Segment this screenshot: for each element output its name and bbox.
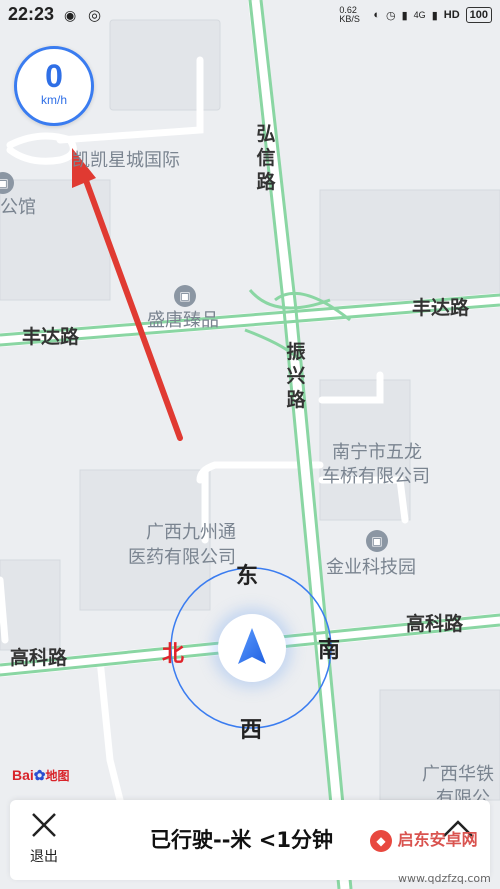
poi-wulong-line2[interactable]: 车桥有限公司 bbox=[322, 464, 430, 490]
watermark: ◆ 启东安卓网 bbox=[370, 826, 478, 852]
map-canvas[interactable] bbox=[0, 0, 500, 889]
poi-jiuzhou-line1[interactable]: 广西九州通 bbox=[146, 520, 236, 546]
status-icons: 0.62 KB/S ◐ ◷ ▮ 4G ▮ HD 100 bbox=[339, 4, 492, 26]
watermark-logo-icon: ◆ bbox=[370, 830, 392, 852]
road-label-zhenxing: 振兴路 bbox=[286, 341, 306, 411]
exit-button[interactable]: 退出 bbox=[24, 810, 64, 866]
road-label-gaoke-right: 高科路 bbox=[406, 613, 464, 635]
exit-label: 退出 bbox=[30, 849, 58, 865]
net-speed: 0.62 KB/S bbox=[339, 5, 360, 24]
speed-unit: km/h bbox=[40, 93, 67, 107]
compass-east: 东 bbox=[236, 564, 259, 589]
signal-bars-icon: ▮ bbox=[431, 9, 438, 22]
compass-north: 北 bbox=[162, 642, 185, 667]
signal-4g: 4G bbox=[413, 10, 426, 20]
watermark-url: www.qdzfzq.com bbox=[398, 872, 491, 885]
baidu-map-logo: Bai✿地图 bbox=[12, 767, 70, 784]
navigation-arrow-icon bbox=[238, 628, 266, 664]
navigation-location-button[interactable] bbox=[218, 614, 286, 682]
logo-du: 地图 bbox=[45, 769, 70, 783]
poi-huaxin-line1[interactable]: 广西华铁 bbox=[422, 762, 494, 788]
poi-jiuzhou-line2[interactable]: 医药有限公司 bbox=[128, 545, 236, 571]
app-notification-icon: ◉ bbox=[64, 7, 77, 23]
speed-value: 0 bbox=[45, 58, 63, 94]
poi-jinye[interactable]: 金业科技园 bbox=[326, 555, 416, 581]
status-time: 22:23 bbox=[8, 4, 55, 24]
poi-gongguan[interactable]: 公馆 bbox=[0, 195, 36, 221]
logo-bai: Bai bbox=[12, 767, 34, 783]
trip-status: 已行驶--米 <1分钟 bbox=[150, 828, 333, 852]
road-label-hongxin: 弘信路 bbox=[256, 123, 276, 193]
hotspot-icon: ◎ bbox=[88, 7, 102, 24]
paw-icon: ✿ bbox=[33, 767, 46, 783]
moon-icon: ◐ bbox=[373, 9, 380, 21]
compass-west: 西 bbox=[240, 718, 263, 743]
alarm-icon: ◷ bbox=[386, 9, 396, 22]
signal-icon: ▮ bbox=[401, 9, 408, 22]
poi-shengtang[interactable]: 盛唐臻品 bbox=[147, 308, 219, 334]
watermark-text: 启东安卓网 bbox=[397, 830, 478, 849]
battery-indicator: 100 bbox=[465, 7, 492, 23]
status-bar: 22:23 ◉ ◎ 0.62 KB/S ◐ ◷ ▮ 4G ▮ HD 100 bbox=[0, 0, 500, 30]
close-icon bbox=[32, 813, 56, 837]
speedometer: 0 km/h bbox=[14, 46, 94, 126]
road-label-gaoke-left: 高科路 bbox=[10, 647, 68, 669]
compass-south: 南 bbox=[318, 638, 341, 663]
hd-label: HD bbox=[443, 9, 460, 21]
road-label-fengda-right: 丰达路 bbox=[412, 297, 470, 319]
building-icon: ▣ bbox=[174, 285, 196, 307]
poi-kaixing[interactable]: 凯凯星城国际 bbox=[72, 148, 180, 174]
building-icon: ▣ bbox=[366, 530, 388, 552]
road-label-fengda-left: 丰达路 bbox=[22, 326, 80, 348]
poi-wulong-line1[interactable]: 南宁市五龙 bbox=[332, 440, 422, 466]
